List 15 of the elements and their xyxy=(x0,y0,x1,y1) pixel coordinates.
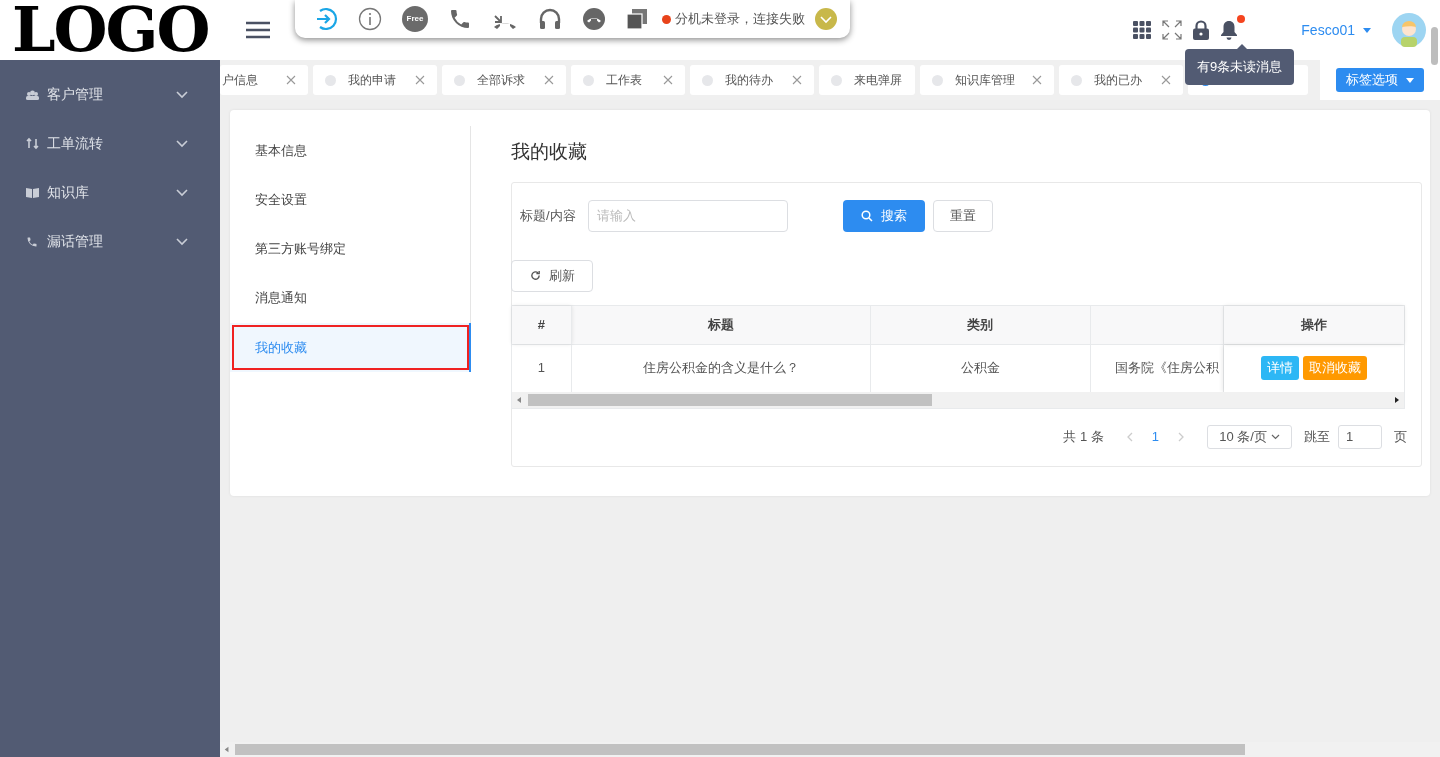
column-header: 操作 xyxy=(1301,315,1328,334)
column-header: # xyxy=(537,315,546,334)
column-header: 类别 xyxy=(967,315,994,334)
table-cell-text: 住房公积金的含义是什么？ xyxy=(643,359,799,378)
column-header: 标题 xyxy=(708,315,735,334)
logo: LOGO xyxy=(12,0,209,61)
page-unit: 页 xyxy=(1394,427,1407,446)
table-cell-text: 国务院《住房公积 xyxy=(1114,359,1219,378)
total-count: 共 1 条 xyxy=(1063,427,1104,446)
page-title: 我的收藏 xyxy=(511,140,588,164)
table-cell-text: 公积金 xyxy=(960,359,1000,378)
goto-label: 跳至 xyxy=(1304,427,1330,446)
connection-status: 分机未登录，连接失败 xyxy=(675,10,805,29)
field-label: 标题/内容 xyxy=(520,206,576,225)
table-cell-text: 1 xyxy=(537,359,546,378)
